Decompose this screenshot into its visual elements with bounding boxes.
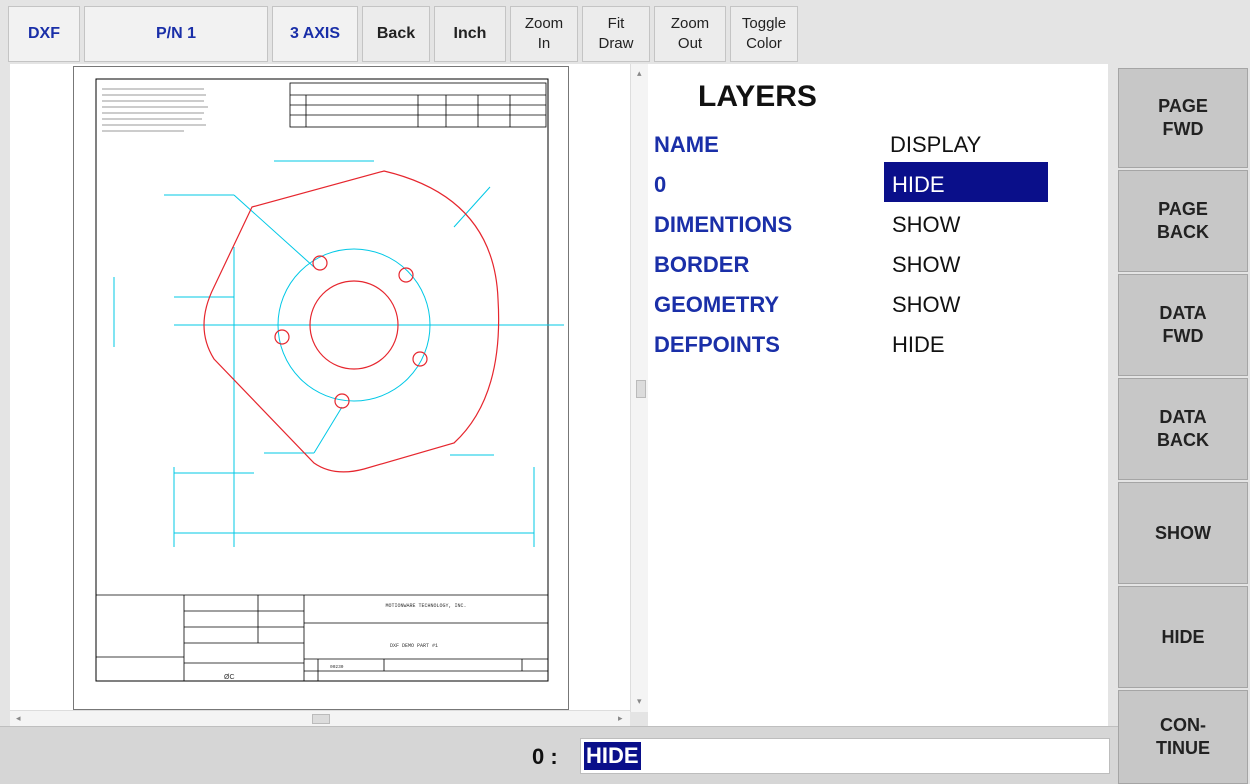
part-number-text: 00230 <box>330 664 344 670</box>
layer-name-0[interactable]: 0 <box>654 172 666 198</box>
layer-name-geometry[interactable]: GEOMETRY <box>654 292 779 318</box>
hide-button[interactable]: HIDE <box>1118 586 1248 688</box>
page-fwd-button[interactable]: PAGE FWD <box>1118 68 1248 168</box>
layer-display-defpoints[interactable]: HIDE <box>892 332 945 358</box>
layer-display-geometry[interactable]: SHOW <box>892 292 960 318</box>
fit-draw-button[interactable]: Fit Draw <box>582 6 650 62</box>
back-button[interactable]: Back <box>362 6 430 62</box>
layer-display-dimentions[interactable]: SHOW <box>892 212 960 238</box>
company-name-text: MOTIONWARE TECHNOLOGY, INC. <box>385 603 466 609</box>
layer-name-border[interactable]: BORDER <box>654 252 749 278</box>
dxf-drawing: MOTIONWARE TECHNOLOGY, INC. DXF DEMO PAR… <box>95 78 564 682</box>
drawing-title-text: DXF DEMO PART #1 <box>390 643 438 649</box>
drawing-sheet: MOTIONWARE TECHNOLOGY, INC. DXF DEMO PAR… <box>73 66 569 710</box>
toggle-color-button[interactable]: Toggle Color <box>730 6 798 62</box>
vertical-scrollbar[interactable]: ▴ ▾ <box>630 64 648 712</box>
revision-block <box>289 82 547 128</box>
show-button[interactable]: SHOW <box>1118 482 1248 584</box>
horizontal-scroll-thumb[interactable] <box>312 714 330 724</box>
part-number-button[interactable]: P/N 1 <box>84 6 268 62</box>
horizontal-scrollbar[interactable]: ◂ ▸ <box>10 710 630 726</box>
surface-symbol-text: ØC <box>224 674 235 681</box>
command-prompt-label: 0 : <box>532 744 558 769</box>
zoom-in-button[interactable]: Zoom In <box>510 6 578 62</box>
layers-title: LAYERS <box>698 80 817 113</box>
data-back-button[interactable]: DATA BACK <box>1118 378 1248 480</box>
layer-display-0[interactable]: HIDE <box>892 172 945 198</box>
geometry-layer <box>203 170 500 473</box>
layer-name-defpoints[interactable]: DEFPOINTS <box>654 332 780 358</box>
command-input-value[interactable]: HIDE <box>584 742 641 770</box>
command-input[interactable] <box>580 738 1110 774</box>
inch-button[interactable]: Inch <box>434 6 506 62</box>
notes-block <box>102 88 208 132</box>
page-back-button[interactable]: PAGE BACK <box>1118 170 1248 272</box>
scroll-right-icon[interactable]: ▸ <box>618 713 623 724</box>
drawing-border <box>95 78 549 682</box>
layer-name-dimentions[interactable]: DIMENTIONS <box>654 212 792 238</box>
layer-display-border[interactable]: SHOW <box>892 252 960 278</box>
vertical-scroll-thumb[interactable] <box>636 380 646 398</box>
scroll-down-icon[interactable]: ▾ <box>637 696 642 707</box>
scroll-left-icon[interactable]: ◂ <box>16 713 21 724</box>
continue-button[interactable]: CON- TINUE <box>1118 690 1248 784</box>
scroll-up-icon[interactable]: ▴ <box>637 68 642 79</box>
data-fwd-button[interactable]: DATA FWD <box>1118 274 1248 376</box>
dxf-button[interactable]: DXF <box>8 6 80 62</box>
header-display: DISPLAY <box>890 132 982 157</box>
title-block <box>96 594 548 681</box>
axis-button[interactable]: 3 AXIS <box>272 6 358 62</box>
zoom-out-button[interactable]: Zoom Out <box>654 6 726 62</box>
header-name: NAME <box>654 132 719 157</box>
